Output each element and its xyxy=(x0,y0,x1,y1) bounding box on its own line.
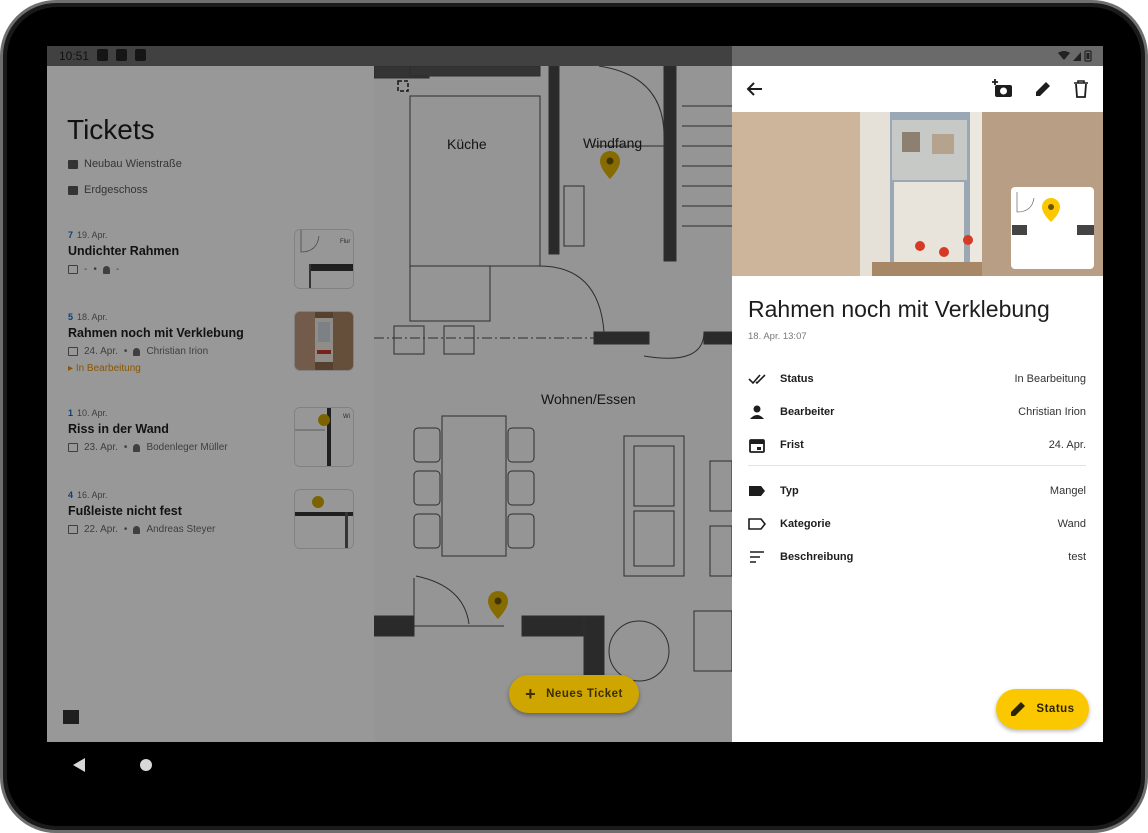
ticket-number: 5 xyxy=(68,312,74,322)
trash-icon xyxy=(1074,80,1088,98)
sd-card-icon xyxy=(135,49,146,61)
calendar-icon xyxy=(68,443,78,452)
ticket-thumbnail xyxy=(294,311,354,371)
nav-home-icon[interactable] xyxy=(140,759,152,771)
ticket-due: 23. Apr. xyxy=(84,442,118,453)
project-row[interactable]: Neubau Wienstraße xyxy=(68,158,182,170)
notification-icon xyxy=(116,49,127,61)
property-value: Wand xyxy=(1057,518,1086,530)
calendar-icon xyxy=(68,347,78,356)
ticket-date: 19. Apr. xyxy=(77,230,108,240)
settings-icon xyxy=(97,49,108,61)
bottom-nav xyxy=(47,692,374,742)
label-filled-icon xyxy=(748,482,766,500)
ticket-thumbnail xyxy=(294,489,354,549)
ticket-status-label: In Bearbeitung xyxy=(75,363,141,374)
delete-button[interactable] xyxy=(1070,78,1092,100)
property-divider xyxy=(748,465,1086,466)
ticket-thumbnail: Wi xyxy=(294,407,354,467)
person-icon xyxy=(133,525,141,534)
person-icon xyxy=(102,265,110,274)
new-ticket-label: Neues Ticket xyxy=(546,688,623,700)
status-bar: 10:51 xyxy=(47,46,1103,66)
label-outline-icon xyxy=(748,515,766,533)
calendar-icon xyxy=(68,525,78,534)
screen: 10:51 Tickets Neubau Wienstraße Erdgesch… xyxy=(47,46,1103,742)
floor-plan[interactable]: Küche Windfang Wohnen/Essen xyxy=(374,66,732,742)
property-value: In Bearbeitung xyxy=(1014,373,1086,385)
double-check-icon xyxy=(748,370,766,388)
property-label: Frist xyxy=(780,439,804,451)
ticket-list-pane: Tickets Neubau Wienstraße Erdgeschoss 71… xyxy=(47,66,375,742)
ticket-date: 18. Apr. xyxy=(77,312,108,322)
buildings-icon[interactable] xyxy=(63,710,79,724)
pencil-icon xyxy=(1036,82,1050,96)
calendar-icon xyxy=(68,265,78,274)
floor-name: Erdgeschoss xyxy=(84,184,148,196)
ticket-detail-pane: Rahmen noch mit Verklebung 18. Apr. 13:0… xyxy=(732,66,1103,742)
nav-back-icon[interactable] xyxy=(73,758,85,772)
ticket-assignee: - xyxy=(115,264,120,275)
add-photo-button[interactable] xyxy=(992,78,1014,100)
ticket-created-date: 18. Apr. 13:07 xyxy=(748,331,807,342)
notes-icon xyxy=(748,548,766,566)
ticket-assignee: Bodenleger Müller xyxy=(146,442,228,453)
person-icon xyxy=(133,443,141,452)
project-name: Neubau Wienstraße xyxy=(84,158,182,170)
room-label-entry: Windfang xyxy=(583,135,642,151)
property-value: Christian Irion xyxy=(1018,406,1086,418)
property-type[interactable]: Typ Mangel xyxy=(748,481,1086,501)
plus-icon: + xyxy=(525,683,537,704)
calendar-icon xyxy=(748,436,766,454)
thumb-room-label: Flur xyxy=(340,239,350,245)
property-status[interactable]: Status In Bearbeitung xyxy=(748,369,1086,389)
thumb-room-label: Wi xyxy=(343,414,350,420)
arrow-left-icon xyxy=(746,82,762,96)
new-ticket-button[interactable]: + Neues Ticket xyxy=(509,675,639,713)
ticket-due: 22. Apr. xyxy=(84,524,118,535)
property-value: 24. Apr. xyxy=(1048,439,1086,451)
property-description[interactable]: Beschreibung test xyxy=(748,547,1086,567)
person-icon xyxy=(748,403,766,421)
property-due[interactable]: Frist 24. Apr. xyxy=(748,435,1086,455)
property-value: Mangel xyxy=(1049,485,1086,497)
ticket-due: 24. Apr. xyxy=(84,346,118,357)
floor-row[interactable]: Erdgeschoss xyxy=(68,184,148,196)
property-value: test xyxy=(1068,551,1086,563)
property-label: Typ xyxy=(780,485,799,497)
status-time: 10:51 xyxy=(59,49,90,63)
property-category[interactable]: Kategorie Wand xyxy=(748,514,1086,534)
room-label-kitchen: Küche xyxy=(447,136,487,152)
ticket-date: 16. Apr. xyxy=(77,490,108,500)
room-label-living: Wohnen/Essen xyxy=(541,391,636,407)
building-icon xyxy=(68,159,78,169)
property-assignee[interactable]: Bearbeiter Christian Irion xyxy=(748,402,1086,422)
ticket-assignee: Andreas Steyer xyxy=(146,524,216,535)
map-icon xyxy=(68,185,78,195)
system-nav-bar xyxy=(47,742,1103,790)
ticket-number: 4 xyxy=(68,490,74,500)
property-label: Beschreibung xyxy=(780,551,854,563)
page-title: Tickets xyxy=(67,114,155,145)
status-button[interactable]: Status xyxy=(996,689,1089,729)
ticket-assignee: Christian Irion xyxy=(146,346,209,357)
wifi-signal-battery-icon xyxy=(1058,50,1092,62)
property-label: Bearbeiter xyxy=(780,406,835,418)
ticket-photo[interactable] xyxy=(732,112,1103,276)
camera-plus-icon xyxy=(992,79,1012,97)
pencil-icon xyxy=(1011,702,1026,716)
back-button[interactable] xyxy=(744,78,766,100)
ticket-thumbnail: Flur xyxy=(294,229,354,289)
ticket-number: 7 xyxy=(68,230,74,240)
ticket-detail-title: Rahmen noch mit Verklebung xyxy=(748,296,1050,322)
ticket-due: - xyxy=(84,264,88,275)
ticket-date: 10. Apr. xyxy=(77,408,108,418)
ticket-number: 1 xyxy=(68,408,74,418)
edit-button[interactable] xyxy=(1032,78,1054,100)
property-label: Status xyxy=(780,373,814,385)
property-label: Kategorie xyxy=(780,518,831,530)
detail-toolbar xyxy=(732,66,1103,112)
status-button-label: Status xyxy=(1036,703,1075,715)
person-icon xyxy=(133,347,141,356)
